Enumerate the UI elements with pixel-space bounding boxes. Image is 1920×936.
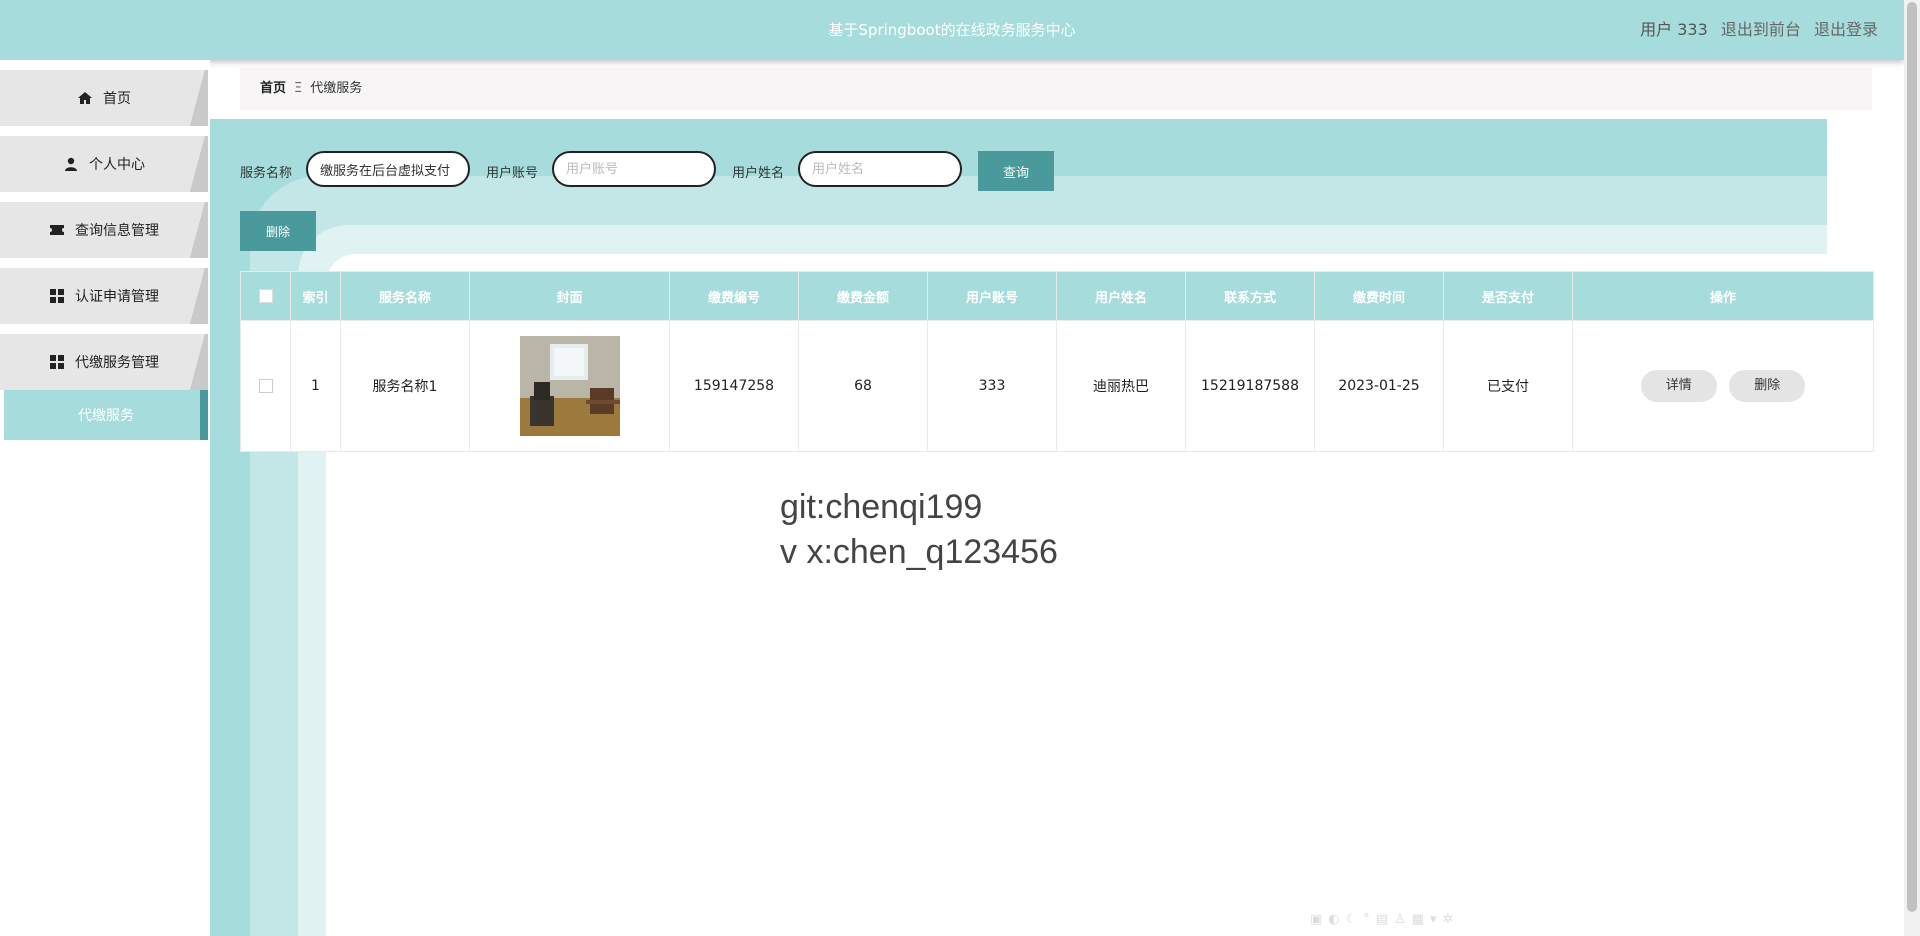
- ime-punctuation-icon: °: [1363, 912, 1370, 927]
- batch-delete-button[interactable]: 删除: [240, 211, 316, 251]
- cell-amount: 68: [798, 320, 928, 452]
- breadcrumb-current: 代缴服务: [310, 81, 363, 96]
- cell-service-name: 服务名称1: [340, 320, 470, 452]
- detail-button[interactable]: 详情: [1640, 370, 1717, 402]
- user-account-label: 用户账号: [486, 166, 539, 181]
- column-header: 服务名称: [340, 271, 470, 321]
- sidebar-item-profile[interactable]: 个人中心: [0, 136, 208, 192]
- ime-gear-icon: ✲: [1442, 912, 1454, 927]
- user-name-input[interactable]: [798, 151, 962, 187]
- column-header: 是否支付: [1443, 271, 1573, 321]
- column-header: 用户账号: [927, 271, 1057, 321]
- sidebar-item-payment-service[interactable]: 代缴服务管理: [0, 334, 208, 390]
- sidebar-subitem-label: 代缴服务: [78, 408, 134, 424]
- breadcrumb-home[interactable]: 首页: [260, 81, 286, 96]
- ime-grid-icon: ▦: [1411, 912, 1425, 927]
- user-name-label: 用户姓名: [732, 166, 785, 181]
- sidebar-item-label: 个人中心: [89, 157, 145, 173]
- cell-paid-status: 已支付: [1443, 320, 1573, 452]
- home-icon: [78, 92, 92, 104]
- header-user-area: 用户 333 退出到前台 退出登录: [1632, 0, 1878, 60]
- breadcrumb: 首页 Ξ 代缴服务: [240, 68, 1872, 110]
- app-title: 基于Springboot的在线政务服务中心: [828, 21, 1076, 39]
- user-icon: [65, 157, 77, 171]
- logout-link[interactable]: 退出登录: [1814, 20, 1878, 39]
- cell-payment-no: 159147258: [669, 320, 799, 452]
- sidebar-item-label: 首页: [103, 91, 131, 107]
- column-header: 封面: [469, 271, 670, 321]
- grid-icon: [50, 355, 64, 369]
- column-header: 联系方式: [1185, 271, 1315, 321]
- ime-language-icon: ◐: [1328, 912, 1340, 927]
- table-row: 1 服务名称1 159147258 68 333 迪丽热巴 1521918758…: [240, 320, 1874, 452]
- ime-logo-icon: ▣: [1310, 912, 1323, 927]
- user-label: 用户 333: [1640, 20, 1708, 39]
- service-name-label: 服务名称: [240, 166, 293, 181]
- ime-user-icon: ♙: [1394, 912, 1406, 927]
- column-header: 操作: [1572, 271, 1874, 321]
- scrollbar-thumb[interactable]: [1907, 2, 1917, 912]
- back-to-front-link[interactable]: 退出到前台: [1721, 20, 1801, 39]
- select-all-cell: [240, 271, 291, 321]
- sidebar-item-certification[interactable]: 认证申请管理: [0, 268, 208, 324]
- top-header: 基于Springboot的在线政务服务中心 用户 333 退出到前台 退出登录: [0, 0, 1904, 60]
- cell-pay-time: 2023-01-25: [1314, 320, 1444, 452]
- ticket-icon: [50, 225, 64, 235]
- column-header: 缴费金额: [798, 271, 928, 321]
- column-header: 索引: [290, 271, 341, 321]
- cell-account: 333: [927, 320, 1057, 452]
- ime-shirt-icon: ▾: [1430, 912, 1437, 927]
- row-checkbox[interactable]: [258, 379, 273, 393]
- page-scrollbar[interactable]: [1904, 0, 1920, 936]
- ime-moon-icon: ☾: [1345, 912, 1358, 927]
- sidebar-item-label: 认证申请管理: [75, 289, 159, 305]
- column-header: 缴费时间: [1314, 271, 1444, 321]
- query-button[interactable]: 查询: [978, 151, 1054, 191]
- watermark-line: git:chenqi199: [780, 488, 983, 526]
- sidebar-item-home[interactable]: 首页: [0, 70, 208, 126]
- cell-user-name: 迪丽热巴: [1056, 320, 1186, 452]
- cell-index: 1: [290, 320, 341, 452]
- cell-cover: [469, 320, 670, 452]
- row-delete-button[interactable]: 删除: [1729, 370, 1806, 402]
- user-account-input[interactable]: [552, 151, 716, 187]
- ime-toolbar: ▣ ◐ ☾ ° ▤ ♙ ▦ ▾ ✲: [1310, 912, 1453, 930]
- select-all-checkbox[interactable]: [258, 289, 273, 303]
- breadcrumb-separator: Ξ: [294, 81, 303, 96]
- watermark-line: v x:chen_q123456: [780, 533, 1058, 571]
- ime-keyboard-icon: ▤: [1375, 912, 1389, 927]
- sidebar-item-label: 代缴服务管理: [75, 355, 159, 371]
- row-select-cell: [240, 320, 291, 452]
- sidebar-subitem-payment[interactable]: 代缴服务: [4, 390, 208, 440]
- cover-image[interactable]: [519, 336, 620, 436]
- cell-phone: 15219187588: [1185, 320, 1315, 452]
- sidebar: 首页 个人中心 查询信息管理 认证申请管理 代缴服务管理 代缴服务: [0, 60, 210, 936]
- sidebar-item-label: 查询信息管理: [75, 223, 159, 239]
- data-table: 索引 服务名称 封面 缴费编号 缴费金额 用户账号 用户姓名 联系方式 缴费时间…: [240, 271, 1874, 452]
- service-name-input[interactable]: [306, 151, 470, 187]
- column-header: 用户姓名: [1056, 271, 1186, 321]
- column-header: 缴费编号: [669, 271, 799, 321]
- table-header-row: 索引 服务名称 封面 缴费编号 缴费金额 用户账号 用户姓名 联系方式 缴费时间…: [240, 271, 1874, 321]
- grid-icon: [50, 289, 64, 303]
- sidebar-item-query-info[interactable]: 查询信息管理: [0, 202, 208, 258]
- cell-actions: 详情 删除: [1572, 320, 1874, 452]
